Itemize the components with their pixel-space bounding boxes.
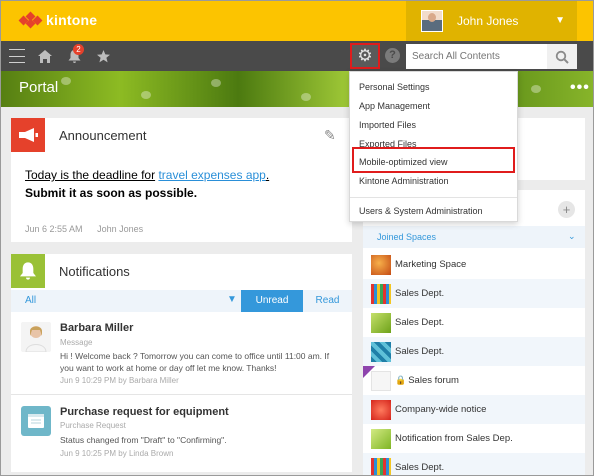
ribbon-marker	[363, 366, 375, 378]
chevron-down-icon: ▼	[555, 15, 565, 26]
announcement-meta: Jun 6 2:55 AM John Jones	[25, 224, 155, 234]
space-thumbnail	[371, 428, 391, 449]
space-item[interactable]: Notification from Sales Dep.	[363, 424, 585, 453]
menu-item-kintone-administration[interactable]: Kintone Administration	[359, 176, 449, 186]
star-icon[interactable]	[92, 46, 114, 66]
menu-item-users-system-administration[interactable]: Users & System Administration	[359, 206, 483, 216]
home-icon[interactable]	[34, 46, 56, 66]
announcement-period: .	[265, 168, 270, 182]
travel-expenses-app-link[interactable]: travel expenses app	[158, 168, 265, 182]
search-icon	[555, 50, 569, 64]
space-name: Sales Dept.	[395, 288, 445, 299]
notification-title: Purchase request for equipment	[60, 406, 229, 418]
space-item[interactable]: Marketing Space	[363, 250, 585, 279]
bell-icon	[11, 254, 45, 288]
announcement-author[interactable]: John Jones	[97, 224, 143, 234]
announcement-title: Announcement	[59, 128, 147, 143]
menu-item-app-management[interactable]: App Management	[359, 101, 430, 111]
avatar	[21, 322, 51, 353]
page-title: Portal	[19, 79, 59, 96]
announcement-card: Announcement ✎ Today is the deadline for…	[11, 118, 352, 242]
spaces-card: + Joined Spaces ⌄ Marketing Space Sales …	[363, 190, 585, 475]
space-thumbnail	[371, 254, 391, 275]
divider	[11, 394, 352, 395]
user-menu[interactable]: John Jones ▼	[406, 1, 577, 41]
announcement-text: Today is the deadline for	[25, 168, 156, 182]
add-space-button[interactable]: +	[558, 201, 575, 218]
logo-text: kintone	[46, 12, 98, 28]
space-name: Company-wide notice	[395, 404, 487, 415]
space-name: Sales Dept.	[395, 317, 445, 328]
help-icon[interactable]: ?	[385, 48, 400, 63]
tab-read[interactable]: Read	[303, 290, 352, 312]
space-thumbnail	[371, 312, 391, 333]
edit-icon[interactable]: ✎	[324, 127, 336, 144]
app-window: kintone John Jones ▼ 2 ⚙ ? Search All Co…	[0, 0, 594, 476]
notification-title: Barbara Miller	[60, 322, 134, 334]
notification-meta: Jun 9 10:25 PM by Linda Brown	[60, 449, 173, 458]
notification-item[interactable]: Purchase request for equipment Purchase …	[11, 400, 352, 460]
space-item[interactable]: Sales Dept.	[363, 337, 585, 366]
top-header: kintone John Jones ▼	[1, 1, 593, 41]
gear-icon[interactable]: ⚙	[350, 43, 380, 69]
notification-count-badge: 2	[73, 44, 84, 55]
space-name: Sales Dept.	[395, 462, 445, 473]
notification-by: by Linda Brown	[118, 449, 174, 458]
notification-date: Jun 9 10:25 PM	[60, 449, 117, 458]
space-name: Sales Dept.	[395, 346, 445, 357]
space-name: Notification from Sales Dep.	[395, 433, 513, 444]
notification-by: by Barbara Miller	[118, 376, 179, 385]
user-name: John Jones	[457, 14, 519, 28]
space-thumbnail	[371, 457, 391, 475]
notification-meta: Jun 9 10:29 PM by Barbara Miller	[60, 376, 179, 385]
space-item[interactable]: 🔒 Sales forum	[363, 366, 585, 395]
space-item[interactable]: Sales Dept.	[363, 453, 585, 475]
more-options-icon[interactable]: •••	[570, 79, 590, 97]
notification-body: Status changed from "Draft" to "Confirmi…	[60, 435, 227, 445]
kintone-logo[interactable]: kintone	[18, 11, 98, 29]
space-name: Sales forum	[408, 375, 459, 386]
space-item[interactable]: Company-wide notice	[363, 395, 585, 424]
tab-unread[interactable]: Unread	[241, 290, 303, 312]
chevron-down-icon[interactable]: ▼	[227, 294, 237, 305]
search-button[interactable]	[547, 44, 577, 69]
search-input[interactable]	[406, 44, 547, 69]
highlight-box	[352, 147, 515, 173]
joined-spaces-label: Joined Spaces	[377, 232, 437, 242]
chevron-down-icon: ⌄	[568, 231, 576, 241]
notifications-card: Notifications All ▼ Unread Read Barbara …	[11, 254, 352, 472]
notification-body: Hi ! Welcome back ? Tomorrow you can com…	[60, 351, 330, 373]
space-item[interactable]: Sales Dept.	[363, 279, 585, 308]
menu-item-imported-files[interactable]: Imported Files	[359, 120, 416, 130]
space-name: Marketing Space	[395, 259, 467, 270]
announcement-date: Jun 6 2:55 AM	[25, 224, 83, 234]
notification-item[interactable]: Barbara Miller Message Hi ! Welcome back…	[11, 318, 352, 394]
space-thumbnail	[371, 283, 391, 304]
space-thumbnail	[371, 341, 391, 362]
announcement-line2: Submit it as soon as possible.	[25, 186, 198, 200]
megaphone-icon	[11, 118, 45, 152]
avatar	[421, 10, 443, 32]
notification-date: Jun 9 10:29 PM	[60, 376, 117, 385]
space-item[interactable]: Sales Dept.	[363, 308, 585, 337]
notification-filter-row: All ▼ Unread Read	[11, 290, 352, 312]
lock-icon: 🔒	[395, 375, 407, 385]
menu-icon[interactable]	[6, 46, 28, 66]
menu-divider	[350, 197, 517, 198]
notification-subtitle: Message	[60, 338, 93, 347]
notification-subtitle: Purchase Request	[60, 421, 126, 430]
joined-spaces-filter[interactable]: Joined Spaces ⌄	[363, 226, 585, 248]
filter-all-select[interactable]: All	[25, 295, 36, 306]
notifications-title: Notifications	[59, 264, 130, 279]
space-thumbnail	[371, 399, 391, 420]
menu-item-personal-settings[interactable]: Personal Settings	[359, 82, 430, 92]
announcement-body: Today is the deadline for travel expense…	[25, 166, 269, 202]
kintone-logo-icon	[18, 11, 43, 29]
app-icon	[21, 406, 51, 436]
